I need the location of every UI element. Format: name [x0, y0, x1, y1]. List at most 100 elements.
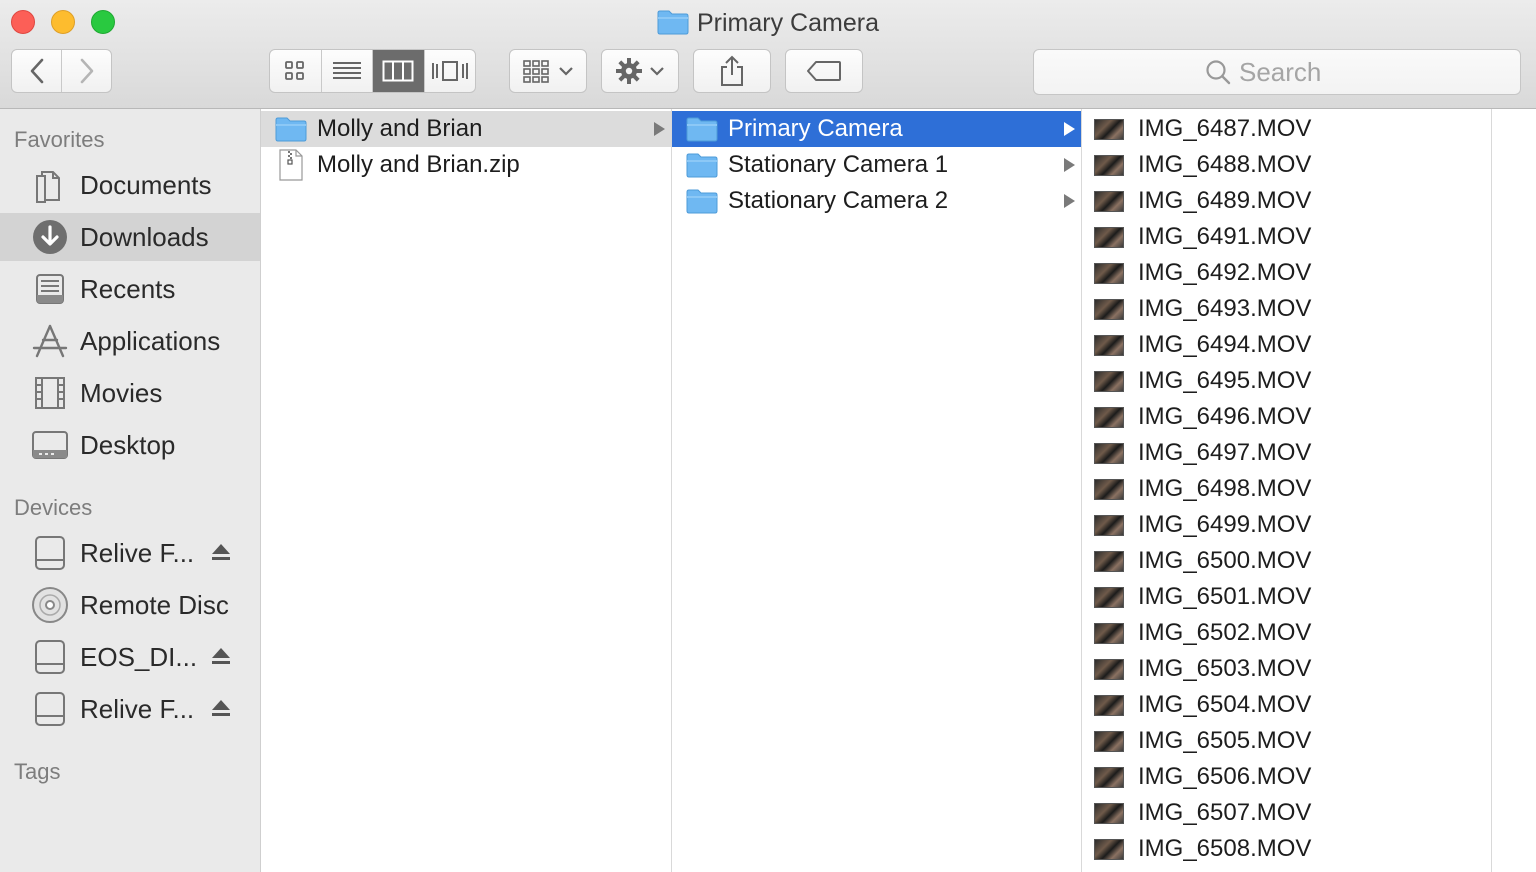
cover-flow-icon — [431, 61, 468, 81]
cover-flow-button[interactable] — [425, 50, 476, 92]
share-icon — [721, 55, 743, 86]
list-item[interactable]: Molly and Brian — [261, 111, 671, 147]
item-label: Stationary Camera 2 — [728, 187, 949, 214]
eject-icon[interactable] — [210, 538, 232, 569]
eject-icon[interactable] — [210, 694, 232, 725]
sidebar-item-relive-2[interactable]: Relive F... — [0, 685, 260, 733]
sidebar-item-movies[interactable]: Movies — [0, 369, 260, 417]
sidebar-item-eos-digital[interactable]: EOS_DI... — [0, 633, 260, 681]
list-item[interactable]: IMG_6497.MOV — [1082, 435, 1491, 471]
list-item[interactable]: IMG_6503.MOV — [1082, 651, 1491, 687]
list-item[interactable]: IMG_6501.MOV — [1082, 579, 1491, 615]
video-thumbnail-icon — [1094, 838, 1124, 860]
browser-column-3: IMG_6487.MOV IMG_6488.MOV IMG_6489.MOV I… — [1082, 109, 1492, 872]
list-item[interactable]: IMG_6506.MOV — [1082, 759, 1491, 795]
finder-window: Primary Camera Search Favorites Document… — [0, 0, 1536, 872]
sidebar-item-recents[interactable]: Recents — [0, 265, 260, 313]
action-button[interactable] — [601, 49, 679, 93]
list-item[interactable]: IMG_6505.MOV — [1082, 723, 1491, 759]
downloads-icon — [30, 217, 70, 257]
disclosure-arrow-icon — [1064, 122, 1075, 136]
sidebar-item-remote-disc[interactable]: Remote Disc — [0, 581, 260, 629]
list-item[interactable]: IMG_6499.MOV — [1082, 507, 1491, 543]
list-item[interactable]: IMG_6498.MOV — [1082, 471, 1491, 507]
video-thumbnail-icon — [1094, 514, 1124, 536]
list-item[interactable]: IMG_6508.MOV — [1082, 831, 1491, 867]
column-view-button[interactable] — [373, 50, 425, 92]
back-button[interactable] — [12, 50, 62, 92]
video-thumbnail-icon — [1094, 190, 1124, 212]
video-thumbnail-icon — [1094, 406, 1124, 428]
sidebar-item-relive-1[interactable]: Relive F... — [0, 529, 260, 577]
eject-icon[interactable] — [210, 642, 232, 673]
applications-icon — [30, 321, 70, 361]
item-label: IMG_6501.MOV — [1138, 583, 1312, 610]
disclosure-arrow-icon — [1064, 158, 1075, 172]
search-field[interactable] — [1033, 49, 1521, 95]
list-item[interactable]: Molly and Brian.zip — [261, 147, 671, 183]
window-title: Primary Camera — [697, 9, 879, 37]
video-thumbnail-icon — [1094, 730, 1124, 752]
video-thumbnail-icon — [1094, 766, 1124, 788]
sidebar-section-tags: Tags — [14, 759, 61, 784]
list-item[interactable]: IMG_6507.MOV — [1082, 795, 1491, 831]
video-thumbnail-icon — [1094, 370, 1124, 392]
share-button[interactable] — [693, 49, 771, 93]
item-label: IMG_6493.MOV — [1138, 295, 1312, 322]
sidebar-item-downloads[interactable]: Downloads — [0, 213, 260, 261]
video-thumbnail-icon — [1094, 586, 1124, 608]
video-thumbnail-icon — [1094, 694, 1124, 716]
sidebar-item-desktop[interactable]: Desktop — [0, 421, 260, 469]
drive-icon — [30, 637, 70, 677]
list-item[interactable]: IMG_6496.MOV — [1082, 399, 1491, 435]
list-item[interactable]: IMG_6491.MOV — [1082, 219, 1491, 255]
browser-column-4 — [1492, 109, 1536, 872]
folder-icon — [682, 116, 722, 142]
browser-column-2: Primary Camera Stationary Camera 1 Stati… — [672, 109, 1082, 872]
list-view-button[interactable] — [322, 50, 373, 92]
sidebar-section-devices: Devices — [14, 495, 93, 520]
list-item[interactable]: IMG_6500.MOV — [1082, 543, 1491, 579]
item-label: IMG_6505.MOV — [1138, 727, 1312, 754]
list-item[interactable]: IMG_6487.MOV — [1082, 111, 1491, 147]
icon-view-button[interactable] — [270, 50, 322, 92]
item-label: Primary Camera — [728, 115, 903, 142]
list-item[interactable]: IMG_6494.MOV — [1082, 327, 1491, 363]
list-item[interactable]: IMG_6502.MOV — [1082, 615, 1491, 651]
folder-icon — [271, 116, 311, 142]
sidebar-item-documents[interactable]: Documents — [0, 161, 260, 209]
item-label: Molly and Brian — [317, 115, 483, 142]
folder-icon — [682, 188, 722, 214]
zip-file-icon — [271, 149, 311, 181]
item-label: IMG_6487.MOV — [1138, 115, 1312, 142]
list-item[interactable]: IMG_6493.MOV — [1082, 291, 1491, 327]
list-item[interactable]: IMG_6488.MOV — [1082, 147, 1491, 183]
video-thumbnail-icon — [1094, 226, 1124, 248]
search-input[interactable] — [1239, 56, 1349, 88]
sidebar-section-favorites: Favorites — [14, 127, 105, 152]
forward-button[interactable] — [62, 50, 111, 92]
item-label: IMG_6499.MOV — [1138, 511, 1312, 538]
list-item[interactable]: Primary Camera — [672, 111, 1081, 147]
sidebar-item-label: Movies — [80, 377, 163, 408]
gear-icon — [616, 58, 642, 84]
arrange-icon — [523, 60, 549, 83]
window-title-bar: Primary Camera — [0, 8, 1536, 42]
list-item[interactable]: IMG_6492.MOV — [1082, 255, 1491, 291]
edit-tags-button[interactable] — [785, 49, 863, 93]
item-label: IMG_6498.MOV — [1138, 475, 1312, 502]
list-item[interactable]: IMG_6495.MOV — [1082, 363, 1491, 399]
movies-icon — [30, 373, 70, 413]
list-item[interactable]: Stationary Camera 1 — [672, 147, 1081, 183]
item-label: IMG_6494.MOV — [1138, 331, 1312, 358]
list-item[interactable]: Stationary Camera 2 — [672, 183, 1081, 219]
item-label: IMG_6491.MOV — [1138, 223, 1312, 250]
video-thumbnail-icon — [1094, 442, 1124, 464]
sidebar-item-applications[interactable]: Applications — [0, 317, 260, 365]
arrange-button[interactable] — [509, 49, 587, 93]
list-item[interactable]: IMG_6504.MOV — [1082, 687, 1491, 723]
browser-column-1: Molly and Brian Molly and Brian.zip — [261, 109, 672, 872]
list-item[interactable]: IMG_6489.MOV — [1082, 183, 1491, 219]
item-label: IMG_6496.MOV — [1138, 403, 1312, 430]
item-label: Molly and Brian.zip — [317, 151, 520, 178]
